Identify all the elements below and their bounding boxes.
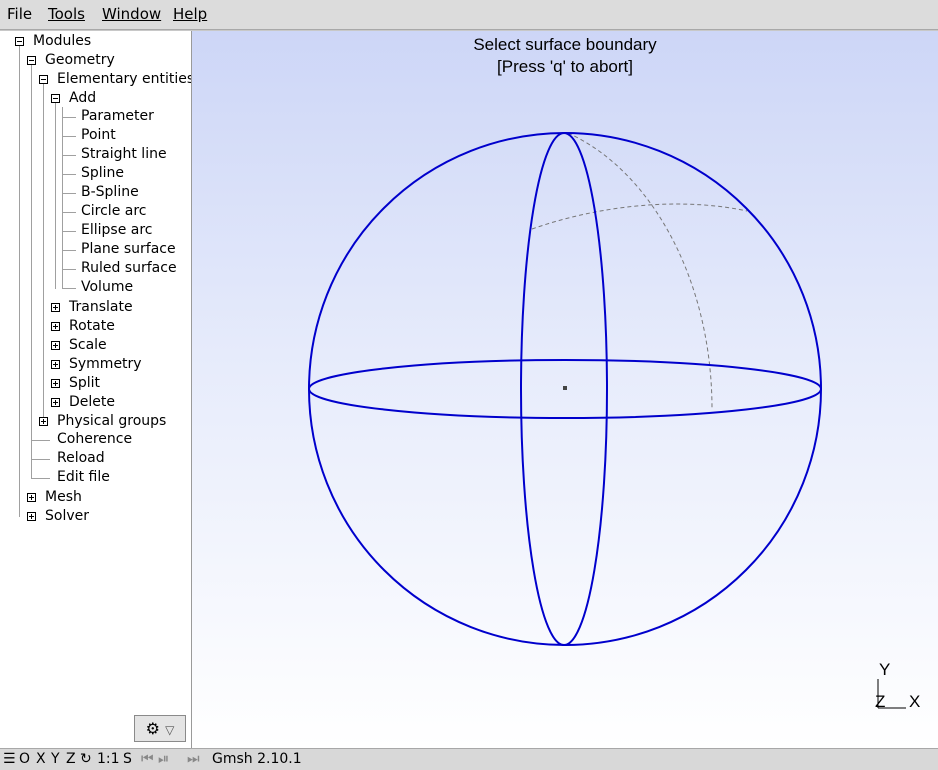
expand-icon[interactable]: [51, 398, 60, 407]
expand-icon[interactable]: [27, 493, 36, 502]
tree-item-plane-surface[interactable]: Plane surface: [81, 240, 176, 259]
axis-x-label: X: [909, 692, 920, 711]
center-point[interactable]: [563, 386, 567, 390]
collapse-icon[interactable]: [27, 56, 36, 65]
tree-label: Modules: [33, 33, 92, 49]
tree-line: [43, 79, 44, 422]
view-origin-button[interactable]: O: [19, 751, 30, 767]
tree-line: [62, 212, 76, 213]
tree-line: [19, 41, 20, 517]
tree-label: Split: [69, 375, 101, 391]
tree-line: [62, 250, 76, 251]
menu-window-label: Window: [102, 5, 162, 23]
expand-icon[interactable]: [51, 360, 60, 369]
collapse-icon[interactable]: [15, 37, 24, 46]
tree-line: [62, 288, 76, 289]
tree-label: Translate: [69, 299, 133, 315]
tree-label: Rotate: [69, 318, 115, 334]
menu-help[interactable]: Help: [173, 5, 207, 23]
tree-label: Geometry: [45, 52, 115, 68]
tree-label: Delete: [69, 394, 115, 410]
menu-tools-label: Tools: [48, 5, 85, 23]
menu-window[interactable]: Window: [102, 5, 161, 23]
tree-item-ellipse-arc[interactable]: Ellipse arc: [81, 221, 152, 240]
tree-line: [62, 193, 76, 194]
tree-line: [62, 136, 76, 137]
expand-icon[interactable]: [51, 379, 60, 388]
expand-icon[interactable]: [27, 512, 36, 521]
axis-y-label: Y: [879, 660, 890, 679]
view-y-button[interactable]: Y: [51, 751, 60, 767]
view-z-button[interactable]: Z: [66, 751, 76, 767]
tree-label: Add: [69, 90, 97, 106]
tree-line: [62, 231, 76, 232]
tree-line: [32, 440, 50, 441]
tree-line: [62, 107, 63, 288]
tree-line: [32, 459, 50, 460]
last-step-icon[interactable]: ⏭: [187, 751, 200, 767]
play-pause-icon[interactable]: ⏯: [158, 751, 169, 767]
axis-z-label: Z: [875, 692, 885, 711]
tree-label: Solver: [45, 508, 89, 524]
tree-line: [62, 117, 76, 118]
tree-line: [62, 174, 76, 175]
expand-icon[interactable]: [51, 303, 60, 312]
module-tree: Modules Geometry Elementary entities Add…: [0, 31, 192, 748]
tree-item-parameter[interactable]: Parameter: [81, 107, 154, 126]
options-gear-button[interactable]: ⚙ ▽: [134, 715, 186, 742]
expand-icon[interactable]: [51, 341, 60, 350]
tree-label: Elementary entities: [57, 71, 192, 87]
tree-item-spline[interactable]: Spline: [81, 164, 124, 183]
gear-icon: ⚙: [145, 719, 160, 738]
geometry-canvas[interactable]: Y Z X: [192, 31, 938, 748]
tree-label: Physical groups: [57, 413, 167, 429]
scale-button[interactable]: 1:1: [97, 751, 120, 767]
tree-line: [55, 98, 56, 289]
menu-bar: File Tools Window Help: [0, 0, 938, 30]
collapse-icon[interactable]: [39, 75, 48, 84]
tree-reload[interactable]: Reload: [57, 449, 105, 468]
tree-line: [31, 60, 32, 479]
tree-item-volume[interactable]: Volume: [81, 278, 133, 297]
menu-tools[interactable]: Tools: [48, 5, 85, 23]
hamburger-icon[interactable]: ☰: [3, 751, 16, 767]
view-x-button[interactable]: X: [36, 751, 46, 767]
graphics-viewport[interactable]: Select surface boundary [Press 'q' to ab…: [192, 31, 938, 748]
tree-edit-file[interactable]: Edit file: [57, 468, 110, 487]
hidden-meridian-curve: [567, 132, 713, 410]
expand-icon[interactable]: [51, 322, 60, 331]
tree-line: [32, 478, 50, 479]
tree-line: [62, 269, 76, 270]
tree-item-ruled-surface[interactable]: Ruled surface: [81, 259, 177, 278]
tree-label: Mesh: [45, 489, 82, 505]
snapshot-s-button[interactable]: S: [123, 751, 132, 767]
tree-item-point[interactable]: Point: [81, 126, 116, 145]
app-version-label: Gmsh 2.10.1: [212, 751, 302, 767]
tree-item-bspline[interactable]: B-Spline: [81, 183, 139, 202]
chevron-down-icon: ▽: [165, 723, 175, 737]
tree-item-straight-line[interactable]: Straight line: [81, 145, 167, 164]
tree-item-circle-arc[interactable]: Circle arc: [81, 202, 147, 221]
tree-coherence[interactable]: Coherence: [57, 430, 132, 449]
menu-help-label: Help: [173, 5, 208, 23]
menu-file[interactable]: File: [7, 5, 32, 23]
tree-label: Scale: [69, 337, 107, 353]
first-step-icon[interactable]: ⏮: [141, 751, 154, 767]
hidden-parallel-curve: [531, 203, 748, 230]
collapse-icon[interactable]: [51, 94, 60, 103]
tree-line: [62, 155, 76, 156]
expand-icon[interactable]: [39, 417, 48, 426]
status-bar: ☰ O X Y Z ↻ 1:1 S ⏮ ⏯ ⏭ Gmsh 2.10.1: [0, 748, 938, 770]
rotate-icon[interactable]: ↻: [80, 751, 92, 767]
tree-label: Symmetry: [69, 356, 142, 372]
